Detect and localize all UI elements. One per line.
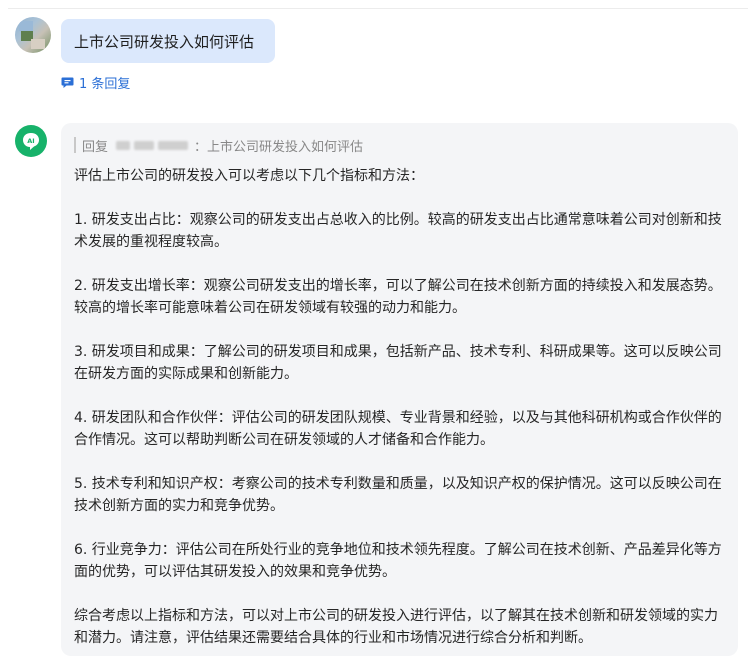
- answer-paragraph: 评估上市公司的研发投入可以考虑以下几个指标和方法：: [74, 168, 424, 184]
- quote-text: ：上市公司研发投入如何评估: [194, 139, 364, 155]
- answer-paragraph: 2. 研发支出增长率：观察公司研发支出的增长率，可以了解公司在技术创新方面的持续…: [74, 278, 722, 316]
- reply-count-label: 1 条回复: [79, 76, 131, 92]
- answer-paragraph: 4. 研发团队和合作伙伴：评估公司的研发团队规模、专业背景和经验，以及与其他科研…: [74, 410, 722, 448]
- divider: [8, 8, 748, 9]
- redacted-name-part: [158, 140, 189, 150]
- redacted-name-part: [134, 140, 155, 150]
- ai-bot-icon: AI: [15, 125, 47, 157]
- answer-paragraph: 1. 研发支出占比：观察公司的研发支出占总收入的比例。较高的研发支出占比通常意味…: [74, 212, 722, 250]
- quote-prefix: 回复: [82, 139, 109, 155]
- reply-quote: 回复 ：上市公司研发投入如何评估: [74, 137, 726, 155]
- user-avatar[interactable]: [15, 17, 51, 53]
- comment-icon: [61, 76, 74, 89]
- reply-count-link[interactable]: 1 条回复: [61, 73, 131, 92]
- answer-paragraph: 6. 行业竞争力：评估公司在所处行业的竞争地位和技术领先程度。了解公司在技术创新…: [74, 542, 722, 580]
- redacted-name: [116, 140, 131, 150]
- answer-card: 回复 ：上市公司研发投入如何评估 评估上市公司的研发投入可以考虑以下几个指标和方…: [61, 123, 738, 656]
- svg-text:AI: AI: [27, 137, 34, 145]
- question-bubble: 上市公司研发投入如何评估: [61, 19, 275, 63]
- answer-paragraph: 5. 技术专利和知识产权：考察公司的技术专利数量和质量，以及知识产权的保护情况。…: [74, 476, 722, 514]
- question-text: 上市公司研发投入如何评估: [74, 32, 255, 51]
- answer-paragraph: 综合考虑以上指标和方法，可以对上市公司的研发投入进行评估，以了解其在技术创新和研…: [74, 608, 718, 646]
- answer-paragraph: 3. 研发项目和成果：了解公司的研发项目和成果，包括新产品、技术专利、科研成果等…: [74, 344, 722, 382]
